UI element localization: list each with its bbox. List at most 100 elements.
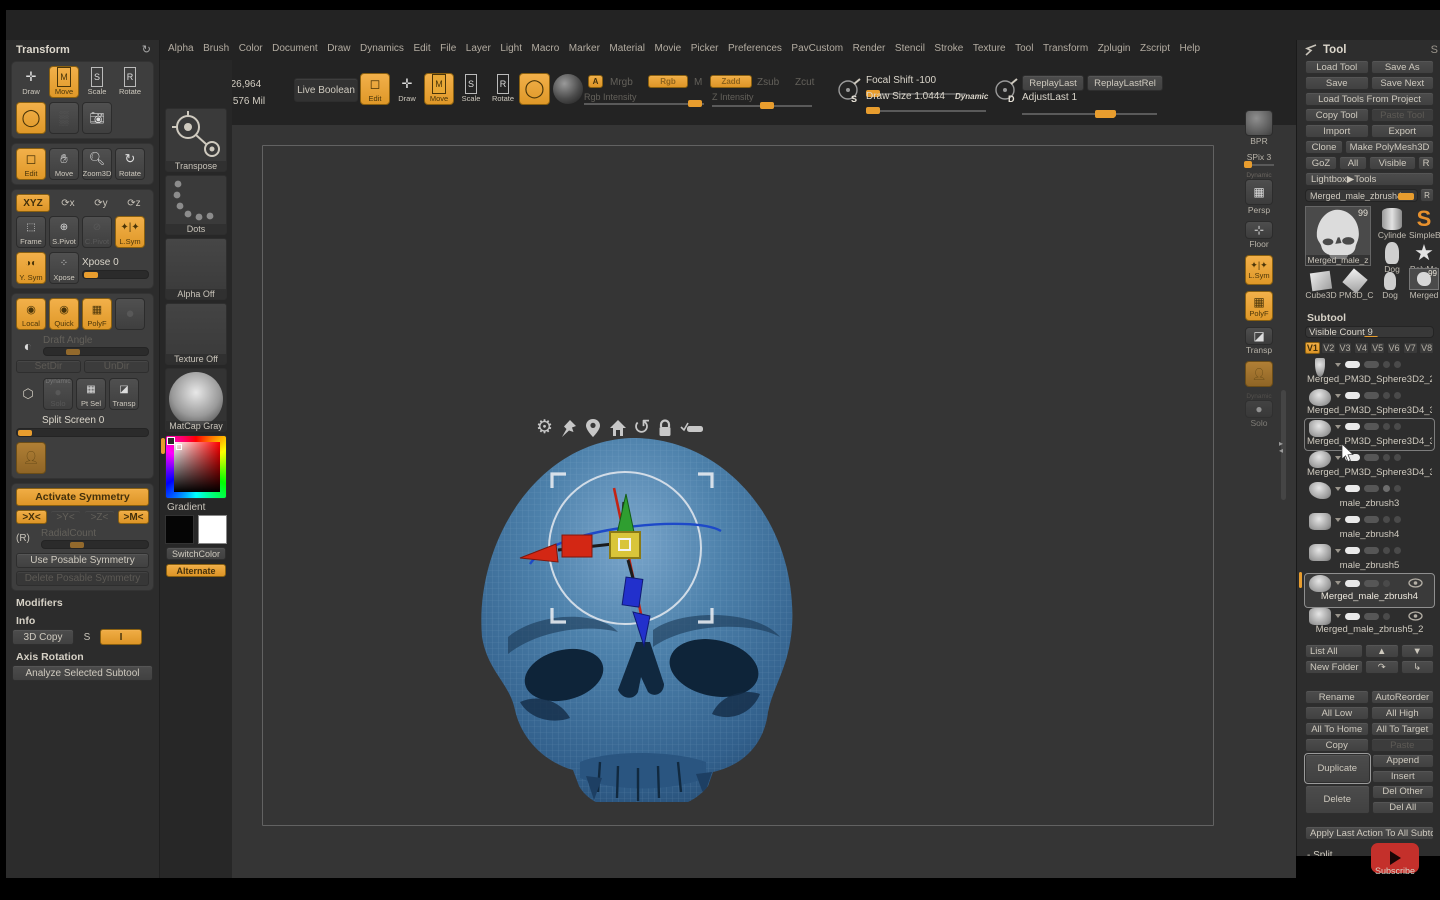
toggle-dot[interactable] <box>1394 361 1401 368</box>
menu-item[interactable]: Layer <box>466 43 491 54</box>
subtool-menu-icon[interactable] <box>1335 363 1341 367</box>
load-tool-button[interactable]: Load Tool <box>1305 60 1369 74</box>
radial-r-label[interactable]: (R) <box>16 533 38 544</box>
alternate-button[interactable]: Alternate <box>166 564 226 577</box>
make-polymesh3d-button[interactable]: Make PolyMesh3D <box>1345 140 1434 154</box>
clear-pivot-button[interactable]: ⊘C.Pivot <box>82 216 112 248</box>
stroke-knob-icon[interactable]: S <box>836 78 862 104</box>
transpose-tool[interactable]: Transpose <box>165 108 227 172</box>
menu-item[interactable]: Brush <box>203 43 229 54</box>
menu-item[interactable]: Tool <box>1015 43 1033 54</box>
save-next-button[interactable]: Save Next <box>1371 76 1435 90</box>
menu-item[interactable]: File <box>440 43 456 54</box>
delete-button[interactable]: Delete <box>1305 785 1370 814</box>
rotate-button[interactable]: RRotate <box>488 73 518 105</box>
move-out-folder-button[interactable]: ↳ <box>1401 660 1435 674</box>
material-selector[interactable]: MatCap Gray <box>165 368 227 432</box>
secondary-color-swatch[interactable] <box>198 515 227 544</box>
quick-button[interactable]: ◉Quick <box>49 298 79 330</box>
load-tools-from-project-button[interactable]: Load Tools From Project <box>1305 92 1434 106</box>
subtool-row[interactable]: male_zbrush3 <box>1305 481 1434 512</box>
menu-item[interactable]: Macro <box>532 43 560 54</box>
use-posable-symmetry-button[interactable]: Use Posable Symmetry <box>16 553 149 568</box>
move-down-button[interactable]: ▼ <box>1401 644 1435 658</box>
menu-item[interactable]: Picker <box>691 43 719 54</box>
menu-item[interactable]: Texture <box>973 43 1006 54</box>
radial-count-slider[interactable] <box>41 540 149 549</box>
depth-knob-icon[interactable]: D <box>993 78 1019 104</box>
floor-button[interactable]: ⊹ Floor <box>1242 221 1276 249</box>
color-picker[interactable] <box>165 435 227 499</box>
all-low-button[interactable]: All Low <box>1305 706 1369 720</box>
subtool-row[interactable]: male_zbrush5 <box>1305 543 1434 574</box>
eye-toggle-off[interactable] <box>1364 361 1379 368</box>
tool-thumb-pm3d[interactable]: PM3D_C <box>1339 272 1371 300</box>
subtool-thumbnail[interactable] <box>1309 513 1331 530</box>
import-button[interactable]: Import <box>1305 124 1369 138</box>
info-section[interactable]: Info <box>16 615 159 627</box>
zoom3d-button[interactable]: 🔍︎Zoom3D <box>82 148 112 180</box>
sculpt-brush-button[interactable]: ◯ <box>519 73 550 105</box>
rgb-intensity-slider[interactable] <box>584 103 704 105</box>
solo-button[interactable]: Dynamic●Solo <box>43 378 73 410</box>
active-tool-thumbnail[interactable]: 99 Merged_male_z <box>1305 206 1371 266</box>
adjust-last-slider[interactable] <box>1022 113 1157 115</box>
toggle-dot[interactable] <box>1383 361 1390 368</box>
append-button[interactable]: Append <box>1372 754 1435 768</box>
subtool-row[interactable]: male_zbrush4 <box>1305 512 1434 543</box>
goz-visible-button[interactable]: Visible <box>1369 156 1416 170</box>
del-all-button[interactable]: Del All <box>1372 801 1435 815</box>
subtool-row[interactable]: Merged_PM3D_Sphere3D4_3 <box>1305 450 1434 481</box>
subtool-row[interactable]: Merged_male_zbrush5_2 <box>1305 607 1434 638</box>
subtool-row-selected[interactable]: Merged_male_zbrush4 <box>1305 574 1434 607</box>
analyze-subtool-button[interactable]: Analyze Selected Subtool <box>12 665 153 681</box>
rename-button[interactable]: Rename <box>1305 690 1369 704</box>
subtool-section[interactable]: Subtool <box>1307 312 1440 324</box>
visibility-tab[interactable]: V2 <box>1321 342 1336 354</box>
menu-item[interactable]: Edit <box>413 43 430 54</box>
main-color-swatch[interactable] <box>165 515 194 544</box>
replay-last-rel-button[interactable]: ReplayLastRel <box>1087 75 1163 91</box>
menu-item[interactable]: Color <box>239 43 263 54</box>
delete-posable-symmetry-button[interactable]: Delete Posable Symmetry <box>16 571 149 586</box>
copy-3d-button[interactable]: 3D Copy <box>12 629 74 645</box>
menu-item[interactable]: Zplugin <box>1098 43 1131 54</box>
setdir-button[interactable]: SetDir <box>16 360 81 373</box>
move-canvas-button[interactable]: ✋︎Move <box>49 148 79 180</box>
transparency-button[interactable]: ◪Transp <box>109 378 139 410</box>
subtool-thumbnail[interactable] <box>1309 482 1331 499</box>
paste-tool-button[interactable]: Paste Tool <box>1371 108 1435 122</box>
left-divider-tick[interactable] <box>161 438 165 454</box>
export-button[interactable]: Export <box>1371 124 1435 138</box>
sym-z-button[interactable]: >Z< <box>84 510 115 524</box>
refresh-icon[interactable]: ↻ <box>142 43 151 56</box>
subtool-thumbnail[interactable] <box>1309 544 1331 561</box>
visibility-tab[interactable]: V6 <box>1387 342 1402 354</box>
menu-item[interactable]: Draw <box>327 43 350 54</box>
move-into-folder-button[interactable]: ↷ <box>1365 660 1399 674</box>
menu-item[interactable]: Document <box>272 43 318 54</box>
subtool-row[interactable]: Merged_PM3D_Sphere3D4_3 <box>1305 419 1434 450</box>
activate-symmetry-button[interactable]: Activate Symmetry <box>16 488 149 506</box>
persp-button[interactable]: Dynamic ▦ Persp <box>1242 172 1276 215</box>
visibility-tab[interactable]: V7 <box>1403 342 1418 354</box>
frame-button[interactable]: ⬚Frame <box>16 216 46 248</box>
visibility-tab[interactable]: V5 <box>1370 342 1385 354</box>
menu-item[interactable]: Dynamics <box>360 43 404 54</box>
menu-item[interactable]: Alpha <box>168 43 194 54</box>
tool-thumb-simplebrush[interactable]: S SimpleB <box>1409 208 1439 240</box>
zadd-toggle-button[interactable]: Zadd <box>710 75 752 88</box>
rotate-mode-button[interactable]: RRotate <box>115 66 145 98</box>
texture-selector[interactable]: Texture Off <box>165 303 227 365</box>
draft-angle-slider[interactable] <box>43 347 149 356</box>
save-button[interactable]: Save <box>1305 76 1369 90</box>
spix-slider[interactable]: SPix 3 <box>1242 152 1276 166</box>
tool-r-button[interactable]: R <box>1420 188 1434 202</box>
draw-mode-button[interactable]: ✛Draw <box>16 66 46 98</box>
scale-mode-button[interactable]: SScale <box>82 66 112 98</box>
subtool-row[interactable]: Merged_PM3D_Sphere3D4_3 <box>1305 388 1434 419</box>
box-icon[interactable]: ⬡ <box>16 386 40 402</box>
copy-subtool-button[interactable]: Copy <box>1305 738 1369 752</box>
menu-item[interactable]: PavCustom <box>791 43 843 54</box>
menu-item[interactable]: Stroke <box>934 43 963 54</box>
